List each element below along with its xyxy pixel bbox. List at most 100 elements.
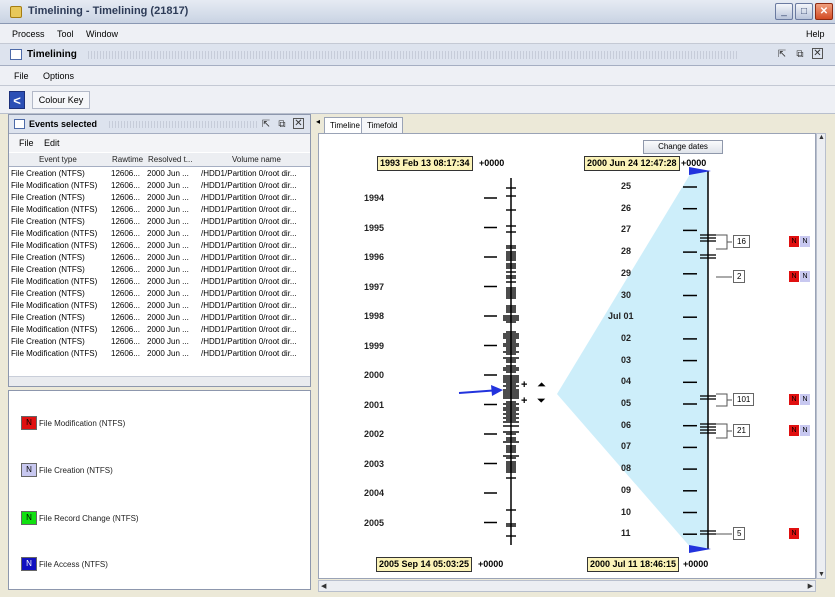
column-header-resolved-time[interactable]: Resolved t... <box>148 155 192 164</box>
table-cell: 12606... <box>111 289 140 298</box>
table-cell: File Modification (NTFS) <box>11 241 98 250</box>
frame-grip[interactable] <box>88 51 738 59</box>
scroll-down-icon[interactable]: ▼ <box>818 571 825 578</box>
column-header-volume-name[interactable]: Volume name <box>232 155 281 164</box>
menu-file[interactable]: File <box>14 71 29 81</box>
table-row[interactable]: File Modification (NTFS) 12606... 2000 Jun… <box>9 228 310 240</box>
colour-key-button[interactable]: Colour Key <box>32 91 90 109</box>
float-icon[interactable]: ⧉ <box>275 118 289 131</box>
table-row[interactable]: File Creation (NTFS) 12606... 2000 Jun ...… <box>9 252 310 264</box>
menu-process[interactable]: Process <box>12 29 45 39</box>
maximize-button[interactable]: □ <box>795 3 813 20</box>
file-modification-flag[interactable]: N <box>789 236 799 247</box>
file-creation-label: File Creation (NTFS) <box>39 466 113 475</box>
table-row[interactable]: File Creation (NTFS) 12606... 2000 Jun ...… <box>9 192 310 204</box>
cluster-count[interactable]: 16 <box>733 235 750 248</box>
table-row[interactable]: File Creation (NTFS) 12606... 2000 Jun ...… <box>9 216 310 228</box>
panel-icon <box>14 119 25 129</box>
undock-icon[interactable]: ⇱ <box>259 118 273 131</box>
file-creation-flag[interactable]: N <box>800 271 810 282</box>
table-row[interactable]: File Modification (NTFS) 12606... 2000 Jun… <box>9 348 310 360</box>
table-cell: 2000 Jun ... <box>147 241 189 250</box>
close-frame-icon[interactable]: ✕ <box>812 48 823 59</box>
file-modification-swatch: N <box>21 416 37 430</box>
menu-help[interactable]: Help <box>806 29 825 39</box>
timeline-tabs: Timeline Timefold <box>316 114 828 134</box>
zoom-in-button[interactable]: + <box>521 379 527 391</box>
cluster-count[interactable]: 101 <box>733 393 755 406</box>
table-cell: 12606... <box>111 337 140 346</box>
zoom-out-button[interactable]: + <box>521 395 527 407</box>
file-modification-flag[interactable]: N <box>789 528 799 539</box>
column-header-rawtime[interactable]: Rawtime <box>112 155 143 164</box>
scroll-left-icon[interactable]: ◀ <box>321 582 326 590</box>
frame-title: Timelining <box>27 49 77 60</box>
panel-grip[interactable] <box>109 121 259 128</box>
table-row[interactable]: File Modification (NTFS) 12606... 2000 Jun… <box>9 240 310 252</box>
window-title: Timelining - Timelining (21817) <box>28 5 189 17</box>
table-row[interactable]: File Modification (NTFS) 12606... 2000 Jun… <box>9 204 310 216</box>
year-label: 2000 <box>364 370 385 380</box>
file-modification-flag[interactable]: N <box>789 425 799 436</box>
close-panel-icon[interactable]: ✕ <box>293 118 304 129</box>
menu-options[interactable]: Options <box>43 71 74 81</box>
file-modification-flag[interactable]: N <box>789 271 799 282</box>
close-button[interactable]: ✕ <box>815 3 833 20</box>
year-label: 1994 <box>364 193 385 203</box>
table-cell: /HDD1/Partition 0/root dir... <box>201 193 297 202</box>
timeline-canvas[interactable]: Change dates 1993 Feb 13 08:17:34 +0000 … <box>318 133 816 579</box>
year-label: 2003 <box>364 458 385 469</box>
table-cell: /HDD1/Partition 0/root dir... <box>201 313 297 322</box>
cluster-count[interactable]: 5 <box>733 527 746 540</box>
table-cell: File Creation (NTFS) <box>11 169 85 178</box>
table-cell: File Creation (NTFS) <box>11 193 85 202</box>
left-start-date: 1993 Feb 13 08:17:34 <box>377 156 473 171</box>
table-row[interactable]: File Modification (NTFS) 12606... 2000 Jun… <box>9 276 310 288</box>
file-creation-flag[interactable]: N <box>800 236 810 247</box>
left-start-timezone: +0000 <box>479 158 505 168</box>
events-menu-file[interactable]: File <box>19 138 34 148</box>
table-cell: 12606... <box>111 349 140 358</box>
float-icon[interactable]: ⧉ <box>793 48 807 61</box>
tab-timefold[interactable]: Timefold <box>361 117 404 133</box>
events-menu-edit[interactable]: Edit <box>44 138 60 148</box>
timeline-horizontal-scrollbar[interactable]: ◀ ▶ <box>318 580 816 592</box>
file-modification-flag[interactable]: N <box>789 394 799 405</box>
back-chevron-icon[interactable]: < <box>9 91 25 109</box>
menu-tool[interactable]: Tool <box>57 29 74 39</box>
cluster-count[interactable]: 2 <box>733 270 746 283</box>
scroll-right-icon[interactable]: ▶ <box>808 582 813 590</box>
zoom-out-arrow-icon[interactable]: ⏷ <box>537 395 546 408</box>
timeline-panel: ◂ Timeline Timefold Change dates 1993 Fe… <box>316 114 828 594</box>
column-header-event-type[interactable]: Event type <box>39 155 77 164</box>
table-row[interactable]: File Creation (NTFS) 12606... 2000 Jun ...… <box>9 312 310 324</box>
window-title-bar[interactable]: Timelining - Timelining (21817) _ □ ✕ <box>0 0 835 24</box>
cluster-bracket <box>716 393 728 407</box>
year-label: 2002 <box>364 429 385 439</box>
table-row[interactable]: File Modification (NTFS) 12606... 2000 Jun… <box>9 300 310 312</box>
undock-icon[interactable]: ⇱ <box>775 48 789 61</box>
zoom-in-arrow-icon[interactable]: ⏶ <box>537 379 546 392</box>
table-cell: 2000 Jun ... <box>147 253 189 262</box>
table-row[interactable]: File Modification (NTFS) 12606... 2000 Jun… <box>9 180 310 192</box>
menu-window[interactable]: Window <box>86 29 118 39</box>
table-row[interactable]: File Creation (NTFS) 12606... 2000 Jun ...… <box>9 336 310 348</box>
table-row[interactable]: File Creation (NTFS) 12606... 2000 Jun ...… <box>9 264 310 276</box>
change-dates-button[interactable]: Change dates <box>643 140 723 154</box>
file-creation-flag[interactable]: N <box>800 394 810 405</box>
tab-timeline[interactable]: Timeline <box>324 117 366 133</box>
position-arrow-head <box>491 385 503 396</box>
day-label: 27 <box>621 224 632 235</box>
table-cell: 12606... <box>111 325 140 334</box>
events-horizontal-scrollbar[interactable] <box>9 376 310 386</box>
table-row[interactable]: File Creation (NTFS) 12606... 2000 Jun ...… <box>9 168 310 180</box>
minimize-button[interactable]: _ <box>775 3 793 20</box>
scroll-up-icon[interactable]: ▲ <box>818 134 825 141</box>
day-label: 03 <box>621 354 632 365</box>
table-row[interactable]: File Creation (NTFS) 12606... 2000 Jun ...… <box>9 288 310 300</box>
timeline-vertical-scrollbar[interactable]: ▲ ▼ <box>816 133 826 579</box>
table-row[interactable]: File Modification (NTFS) 12606... 2000 Jun… <box>9 324 310 336</box>
file-creation-flag[interactable]: N <box>800 425 810 436</box>
cluster-count[interactable]: 21 <box>733 424 750 437</box>
table-cell: 2000 Jun ... <box>147 181 189 190</box>
